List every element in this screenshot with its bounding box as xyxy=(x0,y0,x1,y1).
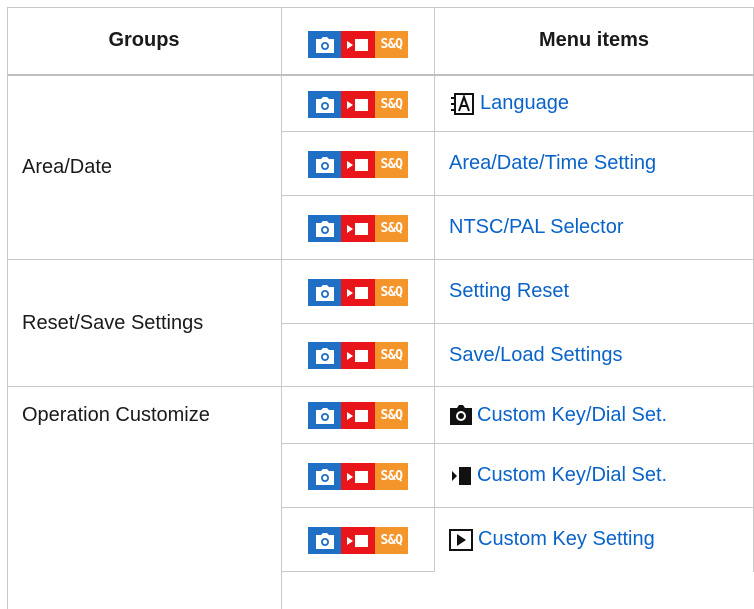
menu-item-link[interactable]: Custom Key/Dial Set. xyxy=(477,404,667,427)
menu-item-cell: Custom Key/Dial Set. xyxy=(450,387,667,443)
photo-mode-icon xyxy=(308,31,341,58)
movie-mode-icon xyxy=(341,527,375,554)
row-mode-icons: S&Q xyxy=(308,527,408,554)
row-mode-icons: S&Q xyxy=(308,151,408,178)
row-mode-icons: S&Q xyxy=(308,463,408,490)
photo-mode-icon xyxy=(308,215,341,242)
s-and-q-mode-icon: S&Q xyxy=(375,402,408,429)
header-groups-cell: Groups xyxy=(7,7,281,74)
s-and-q-mode-icon: S&Q xyxy=(375,215,408,242)
s-and-q-mode-icon: S&Q xyxy=(375,463,408,490)
movie-mode-icon xyxy=(341,215,375,242)
menu-item-link[interactable]: Save/Load Settings xyxy=(449,344,622,367)
menu-item-cell: Custom Key/Dial Set. xyxy=(452,444,667,507)
row-divider xyxy=(281,571,435,572)
row-mode-icons: S&Q xyxy=(308,91,408,118)
header-groups-label: Groups xyxy=(108,29,180,51)
photo-mode-icon xyxy=(308,91,341,118)
header-menu-items-cell: Menu items xyxy=(435,7,753,74)
photo-mode-icon xyxy=(308,279,341,306)
photo-mode-icon xyxy=(308,342,341,369)
group-label: Reset/Save Settings xyxy=(22,311,204,334)
header-mode-icons: S&Q xyxy=(308,31,408,58)
row-mode-icons: S&Q xyxy=(308,342,408,369)
menu-item-cell: Setting Reset xyxy=(449,260,569,323)
photo-mode-icon xyxy=(308,463,341,490)
row-mode-icons: S&Q xyxy=(308,402,408,429)
movie-mode-icon xyxy=(341,279,375,306)
menu-item-link[interactable]: NTSC/PAL Selector xyxy=(449,216,624,239)
s-and-q-mode-icon: S&Q xyxy=(375,342,408,369)
menu-item-cell: Custom Key Setting xyxy=(449,508,655,571)
group-label: Area/Date xyxy=(22,156,113,178)
menu-item-cell: Area/Date/Time Setting xyxy=(449,132,656,195)
header-divider xyxy=(7,74,754,76)
menu-item-link[interactable]: Setting Reset xyxy=(449,280,569,303)
s-and-q-mode-icon: S&Q xyxy=(375,527,408,554)
photo-mode-icon xyxy=(308,527,341,554)
movie-icon xyxy=(452,466,472,486)
menu-item-link[interactable]: Custom Key/Dial Set. xyxy=(477,464,667,487)
row-mode-icons: S&Q xyxy=(308,215,408,242)
row-mode-icons: S&Q xyxy=(308,279,408,306)
play-icon xyxy=(449,528,473,551)
menu-item-cell: Save/Load Settings xyxy=(449,324,622,386)
group-label: Operation Customize xyxy=(22,403,210,426)
movie-mode-icon xyxy=(341,151,375,178)
menu-item-link[interactable]: Language xyxy=(480,92,569,115)
column-divider xyxy=(434,7,435,572)
menu-item-cell: Language xyxy=(449,76,569,131)
movie-mode-icon xyxy=(341,342,375,369)
menu-item-link[interactable]: Custom Key Setting xyxy=(478,528,655,551)
movie-mode-icon xyxy=(341,91,375,118)
movie-mode-icon xyxy=(341,31,375,58)
movie-mode-icon xyxy=(341,402,375,429)
language-icon xyxy=(449,92,475,116)
photo-mode-icon xyxy=(308,151,341,178)
s-and-q-mode-icon: S&Q xyxy=(375,279,408,306)
header-menu-items-label: Menu items xyxy=(538,29,650,51)
s-and-q-mode-icon: S&Q xyxy=(375,91,408,118)
photo-mode-icon xyxy=(308,402,341,429)
column-divider xyxy=(281,7,282,609)
s-and-q-mode-icon: S&Q xyxy=(375,31,408,58)
camera-icon xyxy=(450,405,472,425)
s-and-q-mode-icon: S&Q xyxy=(375,151,408,178)
table-border-left xyxy=(7,259,8,609)
movie-mode-icon xyxy=(341,463,375,490)
menu-item-link[interactable]: Area/Date/Time Setting xyxy=(449,152,656,175)
menu-item-cell: NTSC/PAL Selector xyxy=(449,196,624,259)
